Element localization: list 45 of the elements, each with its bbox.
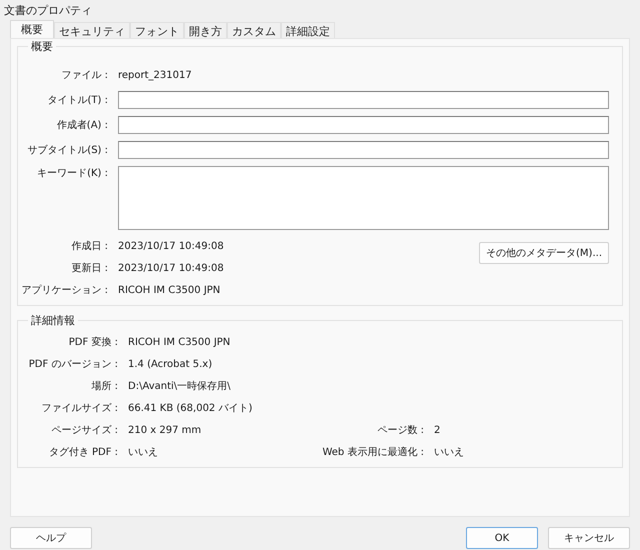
info-label: 作成日 : — [70, 240, 109, 253]
dialog-button[interactable]: OK — [466, 527, 538, 549]
tab[interactable]: フォント — [130, 22, 184, 38]
keywords-field[interactable] — [118, 166, 609, 230]
info-value: 2023/10/17 10:49:08 — [118, 240, 224, 252]
info-label: 更新日 : — [70, 262, 109, 275]
detail-label: Web 表示用に最適化 : — [321, 446, 425, 459]
detail-value: RICOH IM C3500 JPN — [128, 336, 230, 348]
detail-label: ページ数 : — [376, 424, 425, 437]
window-title: 文書のプロパティ — [4, 2, 92, 18]
input-field[interactable] — [118, 116, 609, 134]
detail-label: タグ付き PDF : — [48, 446, 119, 459]
input-field[interactable] — [118, 141, 609, 159]
detail-value: いいえ — [128, 446, 158, 459]
detail-label: PDF 変換 : — [68, 336, 119, 349]
tab[interactable]: カスタム — [227, 22, 281, 38]
info-value: 2023/10/17 10:49:08 — [118, 262, 224, 274]
input-field[interactable] — [118, 91, 609, 109]
detail-value: D:\Avanti\一時保存用\ — [128, 380, 231, 393]
group-heading: 詳細情報 — [28, 313, 78, 328]
field-label: タイトル(T) : — [46, 94, 109, 107]
detail-value: いいえ — [434, 446, 464, 459]
detail-value: 2 — [434, 424, 440, 436]
detail-label: ページサイズ : — [50, 424, 119, 437]
dialog-button[interactable]: キャンセル — [548, 527, 630, 549]
tab[interactable]: 概要 — [10, 20, 54, 38]
field-label: サブタイトル(S) : — [26, 144, 109, 157]
field-label: キーワード(K) : — [36, 167, 109, 180]
tab[interactable]: 開き方 — [184, 22, 227, 38]
tab[interactable]: セキュリティ — [54, 22, 130, 38]
detail-value: 1.4 (Acrobat 5.x) — [128, 358, 212, 370]
tab[interactable]: 詳細設定 — [281, 22, 335, 38]
info-value: RICOH IM C3500 JPN — [118, 284, 220, 296]
field-label: 作成者(A) : — [56, 118, 109, 132]
group-heading: 概要 — [28, 39, 56, 54]
more-metadata-button[interactable]: その他のメタデータ(M)... — [479, 242, 609, 264]
detail-label: ファイルサイズ : — [40, 402, 119, 415]
help-button[interactable]: ヘルプ — [10, 527, 92, 549]
file-name: report_231017 — [118, 70, 192, 80]
detail-label: PDF のバージョン : — [28, 358, 119, 371]
field-label: ファイル : — [60, 69, 109, 82]
detail-value: 210 x 297 mm — [128, 424, 202, 436]
info-label: アプリケーション : — [20, 284, 109, 297]
detail-label: 場所 : — [90, 380, 119, 393]
detail-value: 66.41 KB (68,002 バイト) — [128, 402, 252, 415]
